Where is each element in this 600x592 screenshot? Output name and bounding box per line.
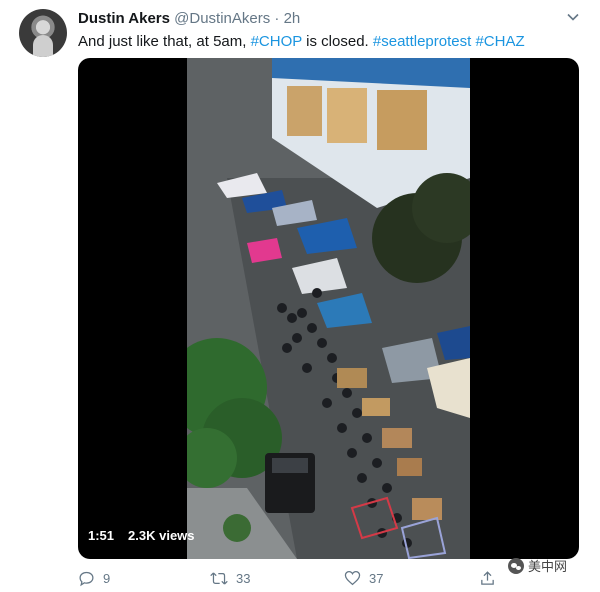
author-handle[interactable]: @DustinAkers bbox=[174, 10, 270, 27]
like-count: 37 bbox=[369, 570, 384, 586]
reply-icon bbox=[79, 571, 94, 587]
author-name[interactable]: Dustin Akers bbox=[78, 10, 170, 27]
chevron-down-icon bbox=[567, 13, 579, 21]
video-player[interactable]: 1:51 2.3K views bbox=[78, 58, 579, 559]
tweet-text: And just like that, at 5am, #CHOP is clo… bbox=[78, 33, 525, 50]
video-duration: 1:51 bbox=[88, 528, 115, 543]
watermark-text: 美中网 bbox=[528, 559, 568, 574]
share-button[interactable] bbox=[479, 570, 496, 587]
reply-count: 9 bbox=[103, 571, 111, 586]
retweet-count: 33 bbox=[236, 571, 251, 586]
video-still-image bbox=[187, 58, 470, 559]
hashtag-seattleprotest[interactable]: #seattleprotest bbox=[373, 33, 471, 50]
hashtag-chaz[interactable]: #CHAZ bbox=[475, 33, 524, 50]
tweet-header: Dustin Akers @DustinAkers · 2h bbox=[78, 10, 300, 27]
video-view-count: 2.3K views bbox=[128, 528, 195, 543]
retweet-button[interactable]: 33 bbox=[210, 570, 250, 587]
retweet-icon bbox=[210, 572, 228, 585]
wechat-icon bbox=[508, 557, 524, 574]
watermark: 美中网 bbox=[508, 556, 567, 575]
share-icon bbox=[481, 571, 494, 585]
video-stats: 1:51 2.3K views bbox=[88, 528, 195, 543]
tweet-text-middle: is closed. bbox=[302, 33, 373, 50]
like-button[interactable]: 37 bbox=[344, 570, 383, 586]
tweet-timestamp[interactable]: 2h bbox=[284, 10, 301, 27]
tweet-text-prefix: And just like that, at 5am, bbox=[78, 33, 251, 50]
reply-button[interactable]: 9 bbox=[78, 570, 110, 587]
heart-icon bbox=[344, 570, 361, 586]
video-frame bbox=[187, 58, 470, 559]
separator-dot: · bbox=[274, 10, 280, 27]
more-options-button[interactable] bbox=[566, 10, 580, 27]
hashtag-chop[interactable]: #CHOP bbox=[251, 33, 302, 50]
avatar[interactable] bbox=[19, 9, 67, 57]
